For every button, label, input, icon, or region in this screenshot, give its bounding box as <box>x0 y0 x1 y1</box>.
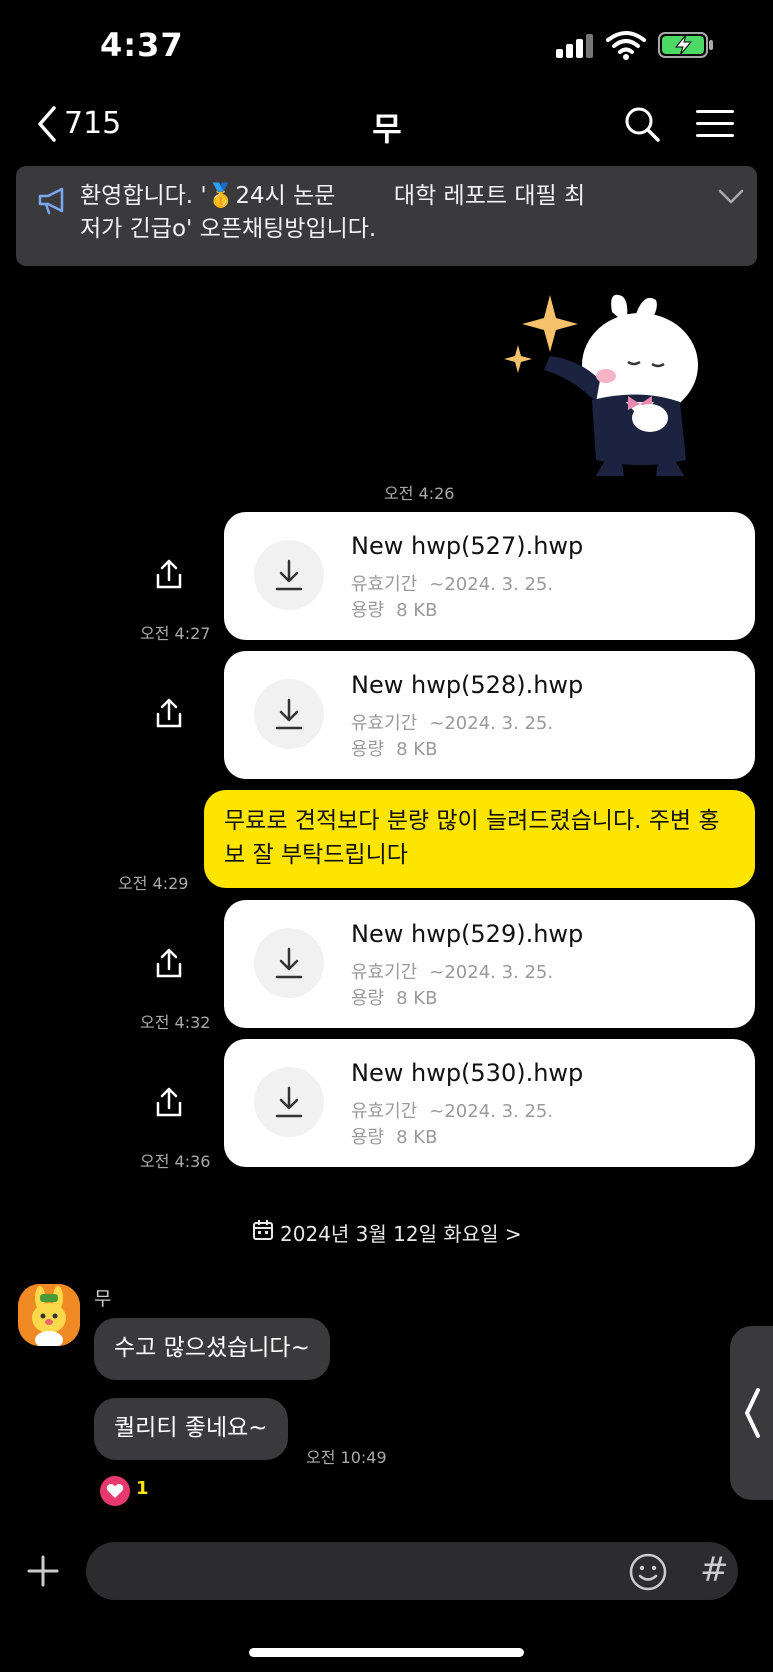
chat-title: 무 <box>372 110 402 148</box>
file-name: New hwp(530).hwp <box>351 1059 584 1087</box>
download-icon <box>275 698 303 730</box>
chevron-left-icon[interactable] <box>34 104 64 144</box>
download-icon <box>275 559 303 591</box>
status-time: 4:37 <box>100 26 184 64</box>
share-icon[interactable] <box>154 697 184 729</box>
file-expiry: 유효기간 ~2024. 3. 25. <box>351 574 554 595</box>
download-icon <box>275 1086 303 1118</box>
message-time: 오전 4:29 <box>118 874 189 893</box>
back-unread-count[interactable]: 715 <box>64 106 121 141</box>
rabbit-avatar-icon <box>18 1284 80 1346</box>
file-size: 용량 8 KB <box>351 1127 438 1148</box>
share-icon[interactable] <box>154 947 184 979</box>
reaction-count: 1 <box>136 1478 149 1499</box>
cellular-signal-icon <box>556 34 596 58</box>
sent-message-bubble[interactable]: 무료로 견적보다 분량 많이 늘려드렸습니다. 주변 홍보 잘 부탁드립니다 <box>204 790 755 888</box>
emoji-icon[interactable] <box>628 1552 668 1592</box>
chevron-left-icon <box>745 1388 760 1438</box>
received-message-bubble[interactable]: 수고 많으셨습니다~ <box>94 1318 330 1380</box>
file-name: New hwp(528).hwp <box>351 671 584 699</box>
file-expiry: 유효기간 ~2024. 3. 25. <box>351 962 554 983</box>
notice-banner[interactable]: 환영합니다. '🥇24시 논문 대학 레포트 대필 최 저가 긴급o' 오픈채팅… <box>16 166 757 266</box>
heart-reaction-button[interactable] <box>100 1476 130 1506</box>
message-time: 오전 4:36 <box>140 1152 211 1171</box>
sender-name: 무 <box>94 1288 112 1310</box>
file-expiry: 유효기간 ~2024. 3. 25. <box>351 1101 554 1122</box>
side-drawer-handle[interactable] <box>730 1326 773 1500</box>
plus-icon[interactable] <box>26 1554 60 1588</box>
message-time: 오전 4:32 <box>140 1013 211 1032</box>
home-indicator <box>249 1648 524 1657</box>
share-icon[interactable] <box>154 1086 184 1118</box>
message-time: 오전 10:49 <box>306 1448 387 1467</box>
message-time: 오전 4:27 <box>140 624 211 643</box>
file-card[interactable]: New hwp(527).hwp 유효기간 ~2024. 3. 25. 용량 8 K… <box>224 512 755 640</box>
calendar-icon <box>253 1220 273 1240</box>
file-size: 용량 8 KB <box>351 739 438 760</box>
search-icon[interactable] <box>622 104 662 144</box>
chevron-down-icon[interactable] <box>718 188 744 206</box>
notice-text: 환영합니다. '🥇24시 논문 대학 레포트 대필 최 저가 긴급o' 오픈채팅… <box>80 183 586 242</box>
download-button[interactable] <box>254 679 324 749</box>
file-card[interactable]: New hwp(529).hwp 유효기간 ~2024. 3. 25. 용량 8 K… <box>224 900 755 1028</box>
bunny-sticker[interactable] <box>500 290 720 480</box>
avatar[interactable] <box>18 1284 80 1346</box>
hamburger-menu-icon[interactable] <box>696 108 734 140</box>
heart-icon <box>106 1484 124 1498</box>
battery-charging-icon <box>658 32 713 58</box>
file-name: New hwp(529).hwp <box>351 920 584 948</box>
megaphone-icon <box>38 187 64 215</box>
file-expiry: 유효기간 ~2024. 3. 25. <box>351 713 554 734</box>
wifi-icon <box>606 31 646 60</box>
file-size: 용량 8 KB <box>351 988 438 1009</box>
file-size: 용량 8 KB <box>351 600 438 621</box>
hashtag-button[interactable]: # <box>700 1550 729 1590</box>
download-button[interactable] <box>254 928 324 998</box>
message-time: 오전 4:26 <box>384 484 455 503</box>
download-icon <box>275 947 303 979</box>
sent-message-text: 무료로 견적보다 분량 많이 늘려드렸습니다. 주변 홍보 잘 부탁드립니다 <box>224 808 720 868</box>
download-button[interactable] <box>254 540 324 610</box>
download-button[interactable] <box>254 1067 324 1137</box>
received-message-bubble[interactable]: 퀄리티 좋네요~ <box>94 1398 288 1460</box>
file-card[interactable]: New hwp(530).hwp 유효기간 ~2024. 3. 25. 용량 8 K… <box>224 1039 755 1167</box>
date-divider[interactable]: 2024년 3월 12일 화요일 > <box>250 1216 540 1246</box>
share-icon[interactable] <box>154 558 184 590</box>
date-divider-label: 2024년 3월 12일 화요일 > <box>280 1222 522 1246</box>
file-name: New hwp(527).hwp <box>351 532 584 560</box>
file-card[interactable]: New hwp(528).hwp 유효기간 ~2024. 3. 25. 용량 8 K… <box>224 651 755 779</box>
